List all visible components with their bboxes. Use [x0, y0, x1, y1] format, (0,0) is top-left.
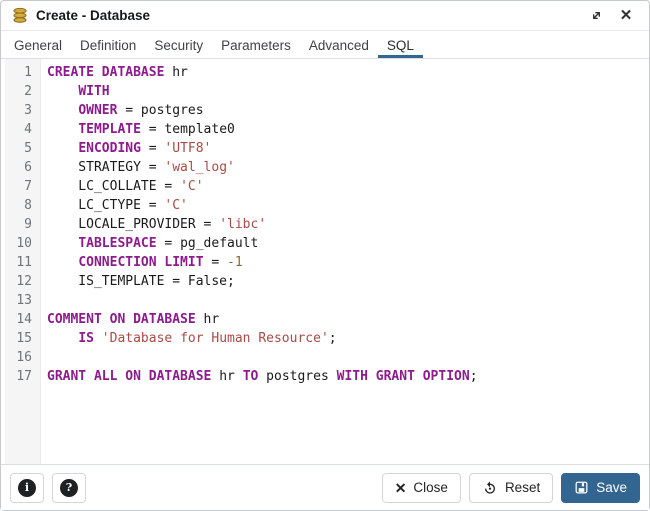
- close-x-icon: ✕: [395, 481, 407, 495]
- tab-general[interactable]: General: [5, 31, 71, 58]
- expand-icon[interactable]: [585, 5, 607, 27]
- line-number: 7: [5, 177, 32, 196]
- line-number: 9: [5, 215, 32, 234]
- code-line: [47, 291, 649, 310]
- line-number: 10: [5, 234, 32, 253]
- reset-icon: [482, 480, 498, 496]
- tab-definition[interactable]: Definition: [71, 31, 145, 58]
- line-number: 11: [5, 253, 32, 272]
- code-line: LC_COLLATE = 'C': [47, 177, 649, 196]
- line-number: 5: [5, 139, 32, 158]
- code-line: CREATE DATABASE hr: [47, 63, 649, 82]
- line-number: 3: [5, 101, 32, 120]
- tab-sql[interactable]: SQL: [378, 31, 423, 58]
- tab-parameters[interactable]: Parameters: [212, 31, 300, 58]
- code-line: IS 'Database for Human Resource';: [47, 329, 649, 348]
- save-icon: [574, 480, 589, 495]
- help-button[interactable]: ?: [52, 473, 86, 503]
- line-number: 8: [5, 196, 32, 215]
- dialog-title: Create - Database: [36, 8, 150, 23]
- line-number-gutter: 1234567891011121314151617: [5, 59, 41, 464]
- code-line: [47, 348, 649, 367]
- database-icon: [11, 7, 29, 24]
- code-line: WITH: [47, 82, 649, 101]
- code-line: GRANT ALL ON DATABASE hr TO postgres WIT…: [47, 367, 649, 386]
- line-number: 12: [5, 272, 32, 291]
- reset-button[interactable]: Reset: [469, 473, 553, 503]
- code-line: CONNECTION LIMIT = -1: [47, 253, 649, 272]
- code-line: ENCODING = 'UTF8': [47, 139, 649, 158]
- line-number: 17: [5, 367, 32, 386]
- save-button[interactable]: Save: [561, 473, 640, 503]
- sql-editor[interactable]: 1234567891011121314151617 CREATE DATABAS…: [1, 59, 649, 464]
- line-number: 2: [5, 82, 32, 101]
- code-line: TABLESPACE = pg_default: [47, 234, 649, 253]
- code-line: LC_CTYPE = 'C': [47, 196, 649, 215]
- sql-code: CREATE DATABASE hr WITH OWNER = postgres…: [41, 59, 649, 464]
- tab-security[interactable]: Security: [145, 31, 212, 58]
- tab-advanced[interactable]: Advanced: [300, 31, 378, 58]
- code-line: STRATEGY = 'wal_log': [47, 158, 649, 177]
- line-number: 13: [5, 291, 32, 310]
- footer-right: ✕ Close Reset: [382, 473, 640, 503]
- line-number: 15: [5, 329, 32, 348]
- line-number: 6: [5, 158, 32, 177]
- save-button-label: Save: [596, 480, 627, 495]
- create-database-dialog: Create - Database ✕ GeneralDefinitionSec…: [0, 0, 650, 511]
- line-number: 16: [5, 348, 32, 367]
- code-line: IS_TEMPLATE = False;: [47, 272, 649, 291]
- close-button-label: Close: [413, 480, 448, 495]
- close-icon[interactable]: ✕: [615, 5, 637, 27]
- close-button[interactable]: ✕ Close: [382, 473, 461, 503]
- footer: i ? ✕ Close Reset: [1, 464, 649, 510]
- help-icon: ?: [60, 479, 78, 497]
- code-line: LOCALE_PROVIDER = 'libc': [47, 215, 649, 234]
- info-button[interactable]: i: [10, 473, 44, 503]
- footer-left: i ?: [10, 473, 86, 503]
- code-line: COMMENT ON DATABASE hr: [47, 310, 649, 329]
- line-number: 4: [5, 120, 32, 139]
- reset-button-label: Reset: [505, 480, 540, 495]
- code-line: OWNER = postgres: [47, 101, 649, 120]
- info-icon: i: [18, 479, 36, 497]
- line-number: 14: [5, 310, 32, 329]
- code-line: TEMPLATE = template0: [47, 120, 649, 139]
- tab-bar: GeneralDefinitionSecurityParametersAdvan…: [1, 31, 649, 59]
- line-number: 1: [5, 63, 32, 82]
- titlebar: Create - Database ✕: [1, 1, 649, 31]
